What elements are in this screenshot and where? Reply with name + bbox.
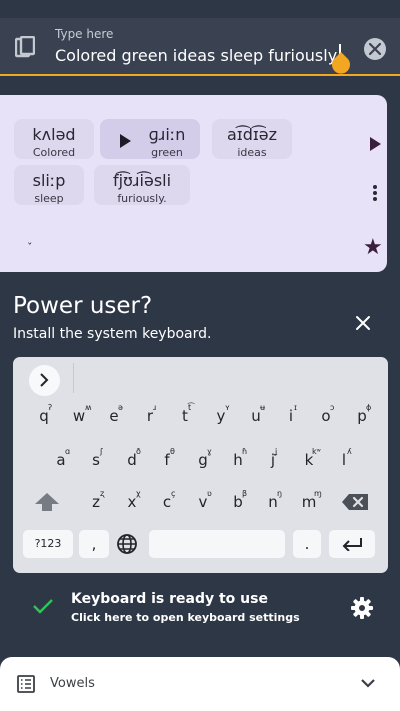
comma-key[interactable]: , [79,530,109,558]
key-y[interactable]: yʏ [208,402,234,430]
key-o[interactable]: oɔ [313,402,339,430]
power-user-subtitle: Install the system keyboard. [13,326,212,342]
key-e[interactable]: eə [101,402,127,430]
book-icon[interactable] [15,36,35,58]
globe-icon [117,534,137,554]
clear-button[interactable] [364,38,386,60]
power-user-title: Power user? [13,293,153,319]
key-s[interactable]: sʃ [83,446,109,474]
toolbar-divider [73,363,74,393]
period-key[interactable]: . [293,530,321,558]
word-chip[interactable]: fj͡ʊɹi͡əsli furiously. [94,165,190,205]
key-h[interactable]: hɦ [225,446,251,474]
key-n[interactable]: nŋ [260,488,286,516]
expand-chevron-icon[interactable]: ˇ [27,241,33,254]
key-m[interactable]: mɱ [296,488,322,516]
sheet-title: Vowels [50,676,95,691]
enter-key[interactable] [329,530,375,558]
favorite-star-icon[interactable]: ★ [363,235,383,260]
play-all-icon[interactable] [370,137,381,151]
more-options-icon[interactable] [373,185,377,201]
language-key[interactable] [115,530,139,558]
key-a[interactable]: aɑ [48,446,74,474]
key-q[interactable]: qʔ [31,402,57,430]
key-p[interactable]: pɸ [349,402,375,430]
key-r[interactable]: rɹ [137,402,163,430]
word-chip[interactable]: sliːp sleep [14,165,84,205]
key-x[interactable]: xχ [119,488,145,516]
keyboard-toolbar [13,357,388,397]
gear-icon[interactable] [350,596,374,620]
chevron-down-icon[interactable] [360,677,376,689]
key-u[interactable]: uʉ [243,402,269,430]
shift-arrow-icon [35,493,59,511]
keyboard-ready-title[interactable]: Keyboard is ready to use [71,591,268,607]
key-c[interactable]: cç [154,488,180,516]
key-w[interactable]: wʍ [66,402,92,430]
word-chip-active[interactable]: ɡɹiːn green [100,119,200,159]
list-icon [17,675,35,693]
keyboard-preview[interactable]: qʔ wʍ eə rɹ t t͡ yʏ uʉ iɪ oɔ pɸ aɑ sʃ dð … [13,357,388,573]
word-chip[interactable]: aɪ͡dɪ͡əz ideas [212,119,292,159]
toolbar-expand-button[interactable] [29,365,60,396]
key-v[interactable]: vʋ [190,488,216,516]
enter-icon [342,538,362,552]
key-t[interactable]: t t͡ [172,402,198,430]
backspace-key[interactable] [335,488,375,516]
numbers-key[interactable]: ?123 [23,530,73,558]
key-l[interactable]: lʎ [331,446,357,474]
key-k[interactable]: k kʷ [296,446,322,474]
transcription-card: kʌləd Colored ɡɹiːn green aɪ͡dɪ͡əz ideas… [0,95,387,272]
input-hint: Type here [55,27,114,41]
key-b[interactable]: bβ [225,488,251,516]
key-d[interactable]: dð [119,446,145,474]
key-i[interactable]: iɪ [278,402,304,430]
checkmark-icon [33,599,53,614]
dismiss-close-icon[interactable] [355,315,371,331]
keyboard-settings-link[interactable]: Click here to open keyboard settings [71,611,300,624]
shift-key[interactable] [27,488,67,516]
caret-handle[interactable] [330,52,352,76]
phrase-input[interactable]: Colored green ideas sleep furiously. [55,46,340,65]
play-icon [120,134,131,148]
key-g[interactable]: gɣ [190,446,216,474]
key-f[interactable]: fθ [154,446,180,474]
backspace-icon [342,494,368,510]
chevron-right-icon [40,373,49,387]
close-icon [369,43,381,55]
space-key[interactable] [149,530,285,558]
vowels-sheet[interactable]: Vowels [0,657,400,711]
key-j[interactable]: jʝ [260,446,286,474]
key-z[interactable]: zʐ [83,488,109,516]
word-chip[interactable]: kʌləd Colored [14,119,94,159]
